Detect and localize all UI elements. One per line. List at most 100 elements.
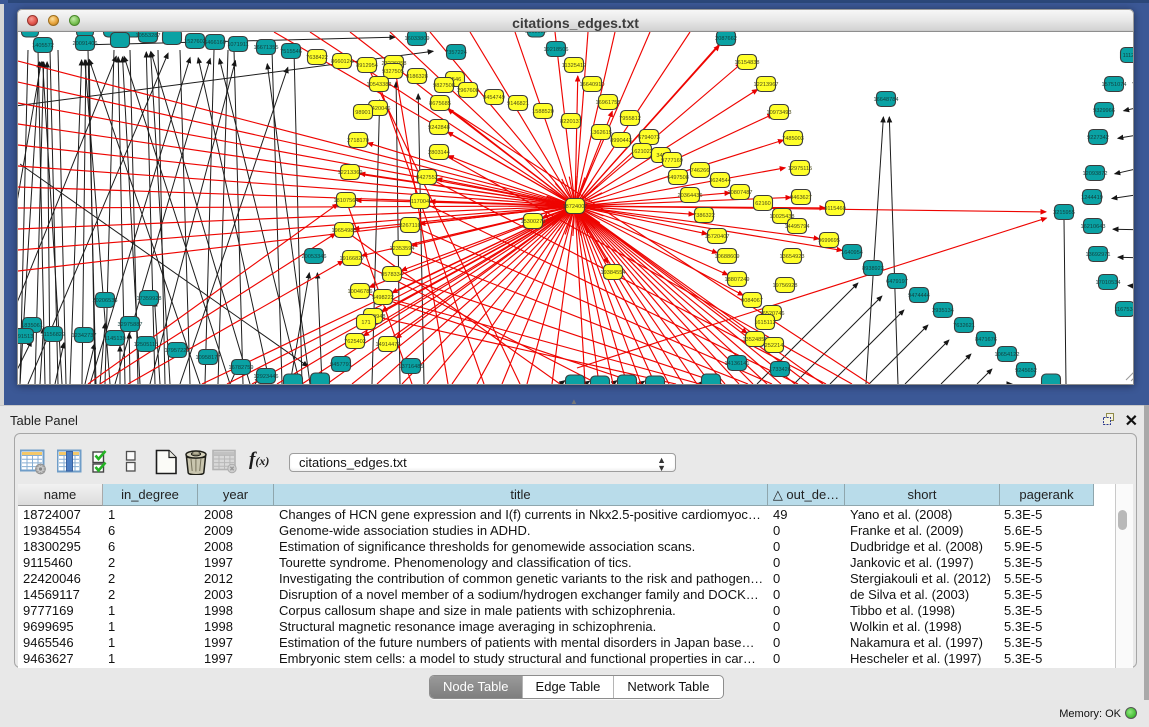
svg-text:1244419: 1244419 [1081, 195, 1103, 201]
svg-text:10046786: 10046786 [348, 289, 373, 295]
svg-text:9699695: 9699695 [818, 238, 840, 244]
svg-text:7357224: 7357224 [445, 50, 467, 56]
svg-text:7485003: 7485003 [782, 136, 804, 142]
svg-text:16648784: 16648784 [874, 97, 899, 103]
svg-text:8186328: 8186328 [406, 74, 428, 80]
svg-text:9827508: 9827508 [433, 83, 455, 89]
svg-text:8660124: 8660124 [331, 59, 353, 65]
svg-text:9227342: 9227342 [1087, 135, 1109, 141]
svg-text:62160: 62160 [755, 201, 771, 207]
svg-text:20206536: 20206536 [93, 298, 118, 304]
svg-text:9457791: 9457791 [330, 362, 352, 368]
svg-text:1588520: 1588520 [532, 109, 554, 115]
svg-text:12923446: 12923446 [254, 374, 279, 380]
svg-text:19218506: 19218506 [544, 47, 569, 53]
svg-text:2803144: 2803144 [428, 150, 450, 156]
svg-text:1362615: 1362615 [590, 130, 612, 136]
svg-text:12213369: 12213369 [338, 170, 363, 176]
svg-text:8675685: 8675685 [429, 101, 451, 107]
svg-text:12342737: 12342737 [72, 333, 97, 339]
svg-text:17359928: 17359928 [137, 296, 162, 302]
svg-text:171: 171 [361, 320, 370, 326]
svg-text:20364436: 20364436 [678, 193, 703, 199]
svg-text:9245652: 9245652 [1015, 368, 1037, 374]
svg-text:19654985: 19654985 [332, 228, 357, 234]
svg-text:1615112: 1615112 [754, 320, 775, 326]
svg-text:18807249: 18807249 [725, 277, 750, 283]
svg-text:9474444: 9474444 [908, 293, 930, 299]
svg-text:7625402: 7625402 [344, 339, 366, 345]
svg-text:20053346: 20053346 [302, 254, 327, 260]
svg-text:15300273: 15300273 [521, 219, 546, 225]
svg-text:8220137: 8220137 [560, 119, 582, 125]
svg-text:1733426: 1733426 [769, 367, 791, 373]
svg-text:3215955: 3215955 [1053, 210, 1075, 216]
svg-text:2718170: 2718170 [347, 138, 369, 144]
svg-text:9084067: 9084067 [741, 298, 763, 304]
svg-text:1145139: 1145139 [104, 336, 125, 342]
svg-text:6497508: 6497508 [667, 175, 689, 181]
svg-text:2087662: 2087662 [715, 36, 737, 42]
svg-text:16961758: 16961758 [596, 100, 621, 106]
svg-text:15720407: 15720407 [705, 234, 730, 240]
svg-text:252214: 252214 [765, 343, 784, 349]
svg-text:1405572: 1405572 [32, 43, 54, 49]
svg-text:1071911: 1071911 [227, 42, 248, 48]
svg-text:15751074: 15751074 [1102, 82, 1127, 88]
svg-text:8471676: 8471676 [975, 337, 997, 343]
svg-text:9146821: 9146821 [507, 101, 529, 107]
svg-text:9329966: 9329966 [1093, 108, 1115, 114]
svg-text:12975115: 12975115 [788, 166, 812, 172]
svg-text:16671355: 16671355 [254, 45, 279, 51]
svg-text:11156829: 11156829 [41, 332, 65, 338]
svg-text:20091406: 20091406 [73, 41, 98, 47]
svg-text:1835061: 1835061 [21, 323, 43, 329]
svg-text:2967608: 2967608 [457, 88, 479, 94]
svg-text:16154838: 16154838 [735, 60, 760, 66]
svg-text:8267110: 8267110 [399, 223, 420, 229]
svg-text:32975887: 32975887 [118, 322, 143, 328]
svg-text:13692971: 13692971 [1086, 252, 1111, 258]
svg-text:8813054: 8813054 [525, 32, 547, 35]
svg-text:6794073: 6794073 [638, 135, 660, 141]
svg-text:12093872: 12093872 [1083, 171, 1108, 177]
svg-text:10688609: 10688609 [715, 254, 740, 260]
svg-text:6466160: 6466160 [204, 40, 226, 46]
svg-text:5498222: 5498222 [372, 295, 394, 301]
svg-text:8938923: 8938923 [862, 266, 884, 272]
svg-text:11325419: 11325419 [562, 63, 586, 69]
svg-text:16640910: 16640910 [580, 82, 605, 88]
svg-text:16782759: 16782759 [229, 365, 254, 371]
svg-text:14914479: 14914479 [376, 342, 401, 348]
svg-text:19756928: 19756928 [773, 283, 798, 289]
svg-text:12213967: 12213967 [754, 82, 779, 88]
svg-text:17957223: 17957223 [165, 348, 190, 354]
svg-text:11123: 11123 [1123, 53, 1133, 59]
svg-text:14136141: 14136141 [725, 361, 750, 367]
svg-text:19384554: 19384554 [601, 270, 626, 276]
svg-text:7632621: 7632621 [953, 323, 975, 329]
svg-text:14495794: 14495794 [785, 224, 810, 230]
svg-text:18724007: 18724007 [563, 204, 588, 210]
svg-text:10807487: 10807487 [728, 190, 753, 196]
svg-text:16033809: 16033809 [405, 36, 430, 42]
svg-text:1621022: 1621022 [631, 149, 653, 155]
svg-text:13654923: 13654923 [780, 254, 805, 260]
svg-text:6479197: 6479197 [886, 279, 908, 285]
svg-text:1640954: 1640954 [841, 250, 863, 256]
svg-text:13716485: 13716485 [399, 364, 424, 370]
svg-text:7515546: 7515546 [280, 49, 302, 55]
svg-text:10958177: 10958177 [196, 355, 221, 361]
svg-text:9115460: 9115460 [824, 206, 845, 212]
svg-text:8427552: 8427552 [416, 175, 438, 181]
svg-text:12353594: 12353594 [390, 246, 415, 252]
svg-text:10654122: 10654122 [995, 352, 1020, 358]
svg-text:3624544: 3624544 [709, 178, 731, 184]
svg-text:7955812: 7955812 [619, 116, 641, 122]
svg-text:746266: 746266 [691, 168, 710, 174]
svg-text:1527602: 1527602 [184, 39, 206, 45]
svg-text:9242848: 9242848 [428, 125, 450, 131]
svg-text:12505115: 12505115 [134, 342, 158, 348]
svg-text:10543382: 10543382 [367, 82, 392, 88]
svg-text:98901: 98901 [355, 110, 371, 116]
